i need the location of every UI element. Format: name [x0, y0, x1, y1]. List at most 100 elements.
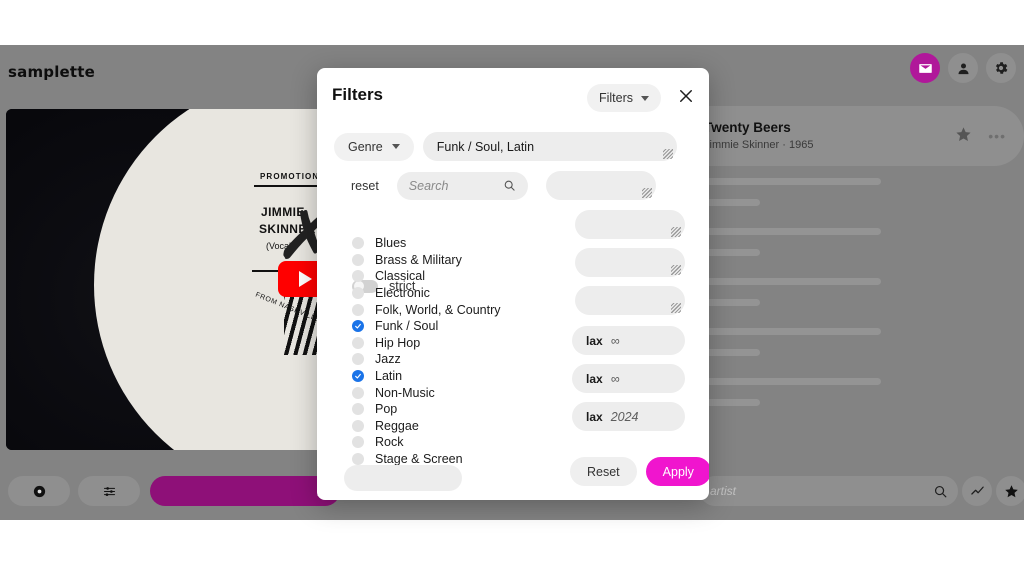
close-icon — [680, 90, 692, 102]
app-logo[interactable]: samplette — [8, 63, 95, 81]
checkbox-checked-icon[interactable] — [352, 320, 364, 333]
secondary-textarea-1[interactable] — [545, 171, 656, 200]
person-icon — [958, 63, 968, 74]
genre-dropdown-label: Genre — [348, 139, 383, 154]
checkbox-unchecked-icon[interactable] — [352, 386, 364, 399]
filters-preset-label: Filters — [598, 91, 633, 105]
genre-option[interactable]: Electronic — [352, 285, 501, 302]
chevron-down-icon — [391, 144, 400, 149]
lax-key: lax — [586, 333, 603, 348]
genre-option[interactable]: Blues — [352, 235, 501, 252]
filters-toolbar-button[interactable] — [78, 476, 140, 506]
search-icon — [504, 180, 515, 191]
checkbox-unchecked-icon[interactable] — [352, 403, 364, 416]
genre-option[interactable]: Reggae — [352, 418, 501, 435]
genre-value-text: Funk / Soul, Latin — [436, 139, 535, 154]
result-title: Twenty Beers — [704, 120, 791, 135]
close-dialog-button[interactable] — [677, 87, 695, 105]
toolbar-search-input[interactable]: artist — [700, 476, 958, 506]
genre-option[interactable]: Funk / Soul — [352, 318, 501, 335]
account-icon-button[interactable] — [948, 53, 978, 83]
checkbox-unchecked-icon[interactable] — [352, 353, 364, 366]
resize-handle-icon[interactable] — [671, 227, 681, 237]
skeleton-row — [706, 278, 1006, 306]
genre-option[interactable]: Rock — [352, 434, 501, 451]
genre-option-label: Stage & Screen — [375, 452, 463, 467]
checkbox-unchecked-icon[interactable] — [352, 287, 364, 300]
lax-value: ∞ — [610, 371, 620, 386]
resize-handle-icon[interactable] — [671, 265, 681, 275]
loading-skeletons — [706, 178, 1006, 428]
checkbox-unchecked-icon[interactable] — [352, 419, 364, 432]
genre-option-label: Latin — [375, 369, 403, 384]
checkbox-unchecked-icon[interactable] — [352, 336, 364, 349]
settings-icon-button[interactable] — [986, 53, 1016, 83]
resize-handle-icon[interactable] — [671, 303, 681, 313]
checkbox-unchecked-icon[interactable] — [352, 237, 364, 250]
checkbox-checked-icon[interactable] — [352, 370, 364, 383]
mail-icon — [918, 63, 932, 73]
genre-option-label: Electronic — [375, 286, 430, 301]
genre-dropdown[interactable]: Genre — [334, 132, 414, 161]
skeleton-row — [706, 378, 1006, 406]
genre-option-label: Brass & Military — [375, 252, 462, 267]
favorites-button[interactable] — [996, 476, 1024, 506]
dialog-header: Filters Filters — [317, 68, 709, 124]
dialog-title: Filters — [332, 85, 384, 104]
active-filter-pill[interactable] — [150, 476, 340, 506]
genre-option[interactable]: Pop — [352, 401, 501, 418]
resize-handle-icon[interactable] — [662, 149, 673, 159]
reset-button[interactable]: Reset — [570, 457, 637, 486]
skeleton-row — [706, 178, 1006, 206]
checkbox-unchecked-icon[interactable] — [352, 436, 364, 449]
lax-field-2[interactable]: lax ∞ — [572, 364, 685, 393]
genre-value-textarea[interactable]: Funk / Soul, Latin — [422, 132, 677, 161]
trending-button[interactable] — [962, 476, 992, 506]
resize-handle-icon[interactable] — [641, 188, 652, 198]
genre-option-label: Funk / Soul — [375, 319, 439, 334]
secondary-textarea-2[interactable] — [575, 210, 685, 239]
skeleton-row — [706, 228, 1006, 256]
genre-search-placeholder: Search — [408, 178, 449, 193]
checkbox-unchecked-icon[interactable] — [352, 270, 364, 283]
genre-option-label: Blues — [375, 236, 407, 251]
secondary-textarea-3[interactable] — [575, 248, 685, 277]
reset-link[interactable]: reset — [351, 179, 379, 193]
mail-icon-button[interactable] — [910, 53, 940, 83]
genre-option-label: Folk, World, & Country — [375, 302, 501, 317]
play-icon — [299, 271, 312, 287]
page-root: samplette TWENTY — [0, 0, 1024, 565]
lax-value: 2024 — [610, 409, 639, 424]
favorite-star-button[interactable] — [955, 126, 972, 148]
secondary-textarea-4[interactable] — [575, 286, 685, 315]
star-icon — [956, 127, 971, 142]
record-icon — [33, 485, 45, 497]
genre-option[interactable]: Brass & Military — [352, 252, 501, 269]
lax-field-3[interactable]: lax 2024 — [572, 402, 685, 431]
genre-search-input[interactable]: Search — [396, 171, 528, 200]
search-icon — [934, 485, 947, 497]
more-options-button[interactable]: ••• — [988, 128, 1006, 144]
result-card[interactable]: Twenty Beers Jimmie Skinner · 1965 ••• — [668, 106, 1024, 166]
apply-button[interactable]: Apply — [645, 457, 709, 486]
record-mode-button[interactable] — [8, 476, 70, 506]
lax-field-1[interactable]: lax ∞ — [572, 326, 685, 355]
checkbox-unchecked-icon[interactable] — [352, 253, 364, 266]
genre-option[interactable]: Folk, World, & Country — [352, 301, 501, 318]
checkbox-unchecked-icon[interactable] — [352, 453, 364, 466]
genre-option[interactable]: Latin — [352, 368, 501, 385]
skeleton-row — [706, 328, 1006, 356]
genre-option[interactable]: Non-Music — [352, 384, 501, 401]
topbar-actions — [910, 53, 1016, 83]
genre-option[interactable]: Hip Hop — [352, 335, 501, 352]
genre-checkbox-list: Blues Brass & Military Classical Electronic… — [352, 235, 501, 467]
sliders-icon — [103, 486, 115, 496]
genre-list-add-field[interactable] — [344, 465, 462, 491]
genre-option[interactable]: Classical — [352, 268, 501, 285]
video-player[interactable]: TWENTY (G. Lo PROMOTION COPY JIMMIE SKIN… — [6, 109, 333, 450]
checkbox-unchecked-icon[interactable] — [352, 303, 364, 316]
genre-option[interactable]: Jazz — [352, 351, 501, 368]
gear-icon — [995, 62, 1008, 74]
filters-preset-dropdown[interactable]: Filters — [586, 84, 661, 112]
toolbar-search-placeholder: artist — [710, 484, 737, 498]
